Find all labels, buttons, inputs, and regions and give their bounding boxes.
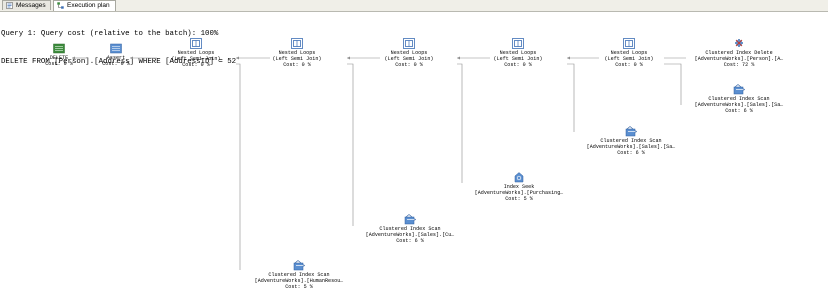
node-cost: Cost: 5 %: [285, 284, 313, 291]
clustered-index-delete-icon: [734, 38, 744, 48]
node-cost: Cost: 0 %: [283, 62, 311, 69]
nested-loops-icon: [403, 38, 415, 49]
node-cost: Cost: 72 %: [723, 62, 755, 69]
nested-loops-icon: [512, 38, 524, 49]
node-cost: Cost: 6 %: [725, 108, 753, 115]
node-cost: Cost: 0 %: [102, 61, 130, 68]
nested-loops-icon: [291, 38, 303, 49]
plan-node-assert[interactable]: Assert Cost: 0 %: [95, 43, 137, 67]
nested-loops-icon: [190, 38, 202, 49]
arrow-nl4: [567, 56, 570, 60]
arrow-nl3: [457, 56, 460, 60]
plan-node-index-seek[interactable]: Index Seek [AdventureWorks].[Purchasing……: [462, 172, 576, 203]
node-cost: Cost: 0 %: [615, 62, 643, 69]
node-cost: Cost: 0 %: [45, 61, 73, 68]
node-cost: Cost: 5 %: [505, 196, 533, 203]
assert-icon: [110, 43, 122, 54]
plan-node-nested-loops-1[interactable]: Nested Loops (Left Semi Join) Cost: 0 %: [156, 38, 236, 69]
index-seek-icon: [514, 172, 524, 183]
plan-node-clustered-index-scan-4[interactable]: Clustered Index Scan [AdventureWorks].[H…: [242, 260, 356, 291]
plan-node-clustered-index-delete[interactable]: Clustered Index Delete [AdventureWorks].…: [682, 38, 796, 69]
delete-result-icon: [53, 43, 65, 54]
plan-node-nested-loops-5[interactable]: Nested Loops (Left Semi Join) Cost: 0 %: [589, 38, 669, 69]
node-cost: Cost: 6 %: [617, 150, 645, 157]
connector-cis1-nl5: [664, 63, 682, 105]
connector-cis3-nl2: [347, 63, 354, 226]
connector-seek-nl3: [457, 63, 463, 183]
clustered-index-scan-icon: [404, 214, 416, 225]
clustered-index-scan-icon: [293, 260, 305, 271]
plan-node-clustered-index-scan-1[interactable]: Clustered Index Scan [AdventureWorks].[S…: [682, 84, 796, 115]
clustered-index-scan-icon: [733, 84, 745, 95]
plan-node-clustered-index-scan-3[interactable]: Clustered Index Scan [AdventureWorks].[S…: [353, 214, 467, 245]
connector-cis2-nl4: [567, 63, 575, 132]
node-cost: Cost: 0 %: [395, 62, 423, 69]
arrow-nl2: [347, 56, 350, 60]
nested-loops-icon: [623, 38, 635, 49]
node-cost: Cost: 0 %: [504, 62, 532, 69]
connector-cis4-nl1: [236, 63, 241, 270]
plan-node-nested-loops-2[interactable]: Nested Loops (Left Semi Join) Cost: 0 %: [257, 38, 337, 69]
plan-node-clustered-index-scan-2[interactable]: Clustered Index Scan [AdventureWorks].[S…: [574, 126, 688, 157]
plan-node-delete[interactable]: DELETE Cost: 0 %: [40, 43, 78, 67]
plan-node-nested-loops-4[interactable]: Nested Loops (Left Semi Join) Cost: 0 %: [478, 38, 558, 69]
clustered-index-scan-icon: [625, 126, 637, 137]
node-cost: Cost: 6 %: [396, 238, 424, 245]
plan-node-nested-loops-3[interactable]: Nested Loops (Left Semi Join) Cost: 0 %: [369, 38, 449, 69]
arrow-nl1: [236, 56, 239, 60]
node-cost: Cost: 0 %: [182, 62, 210, 69]
